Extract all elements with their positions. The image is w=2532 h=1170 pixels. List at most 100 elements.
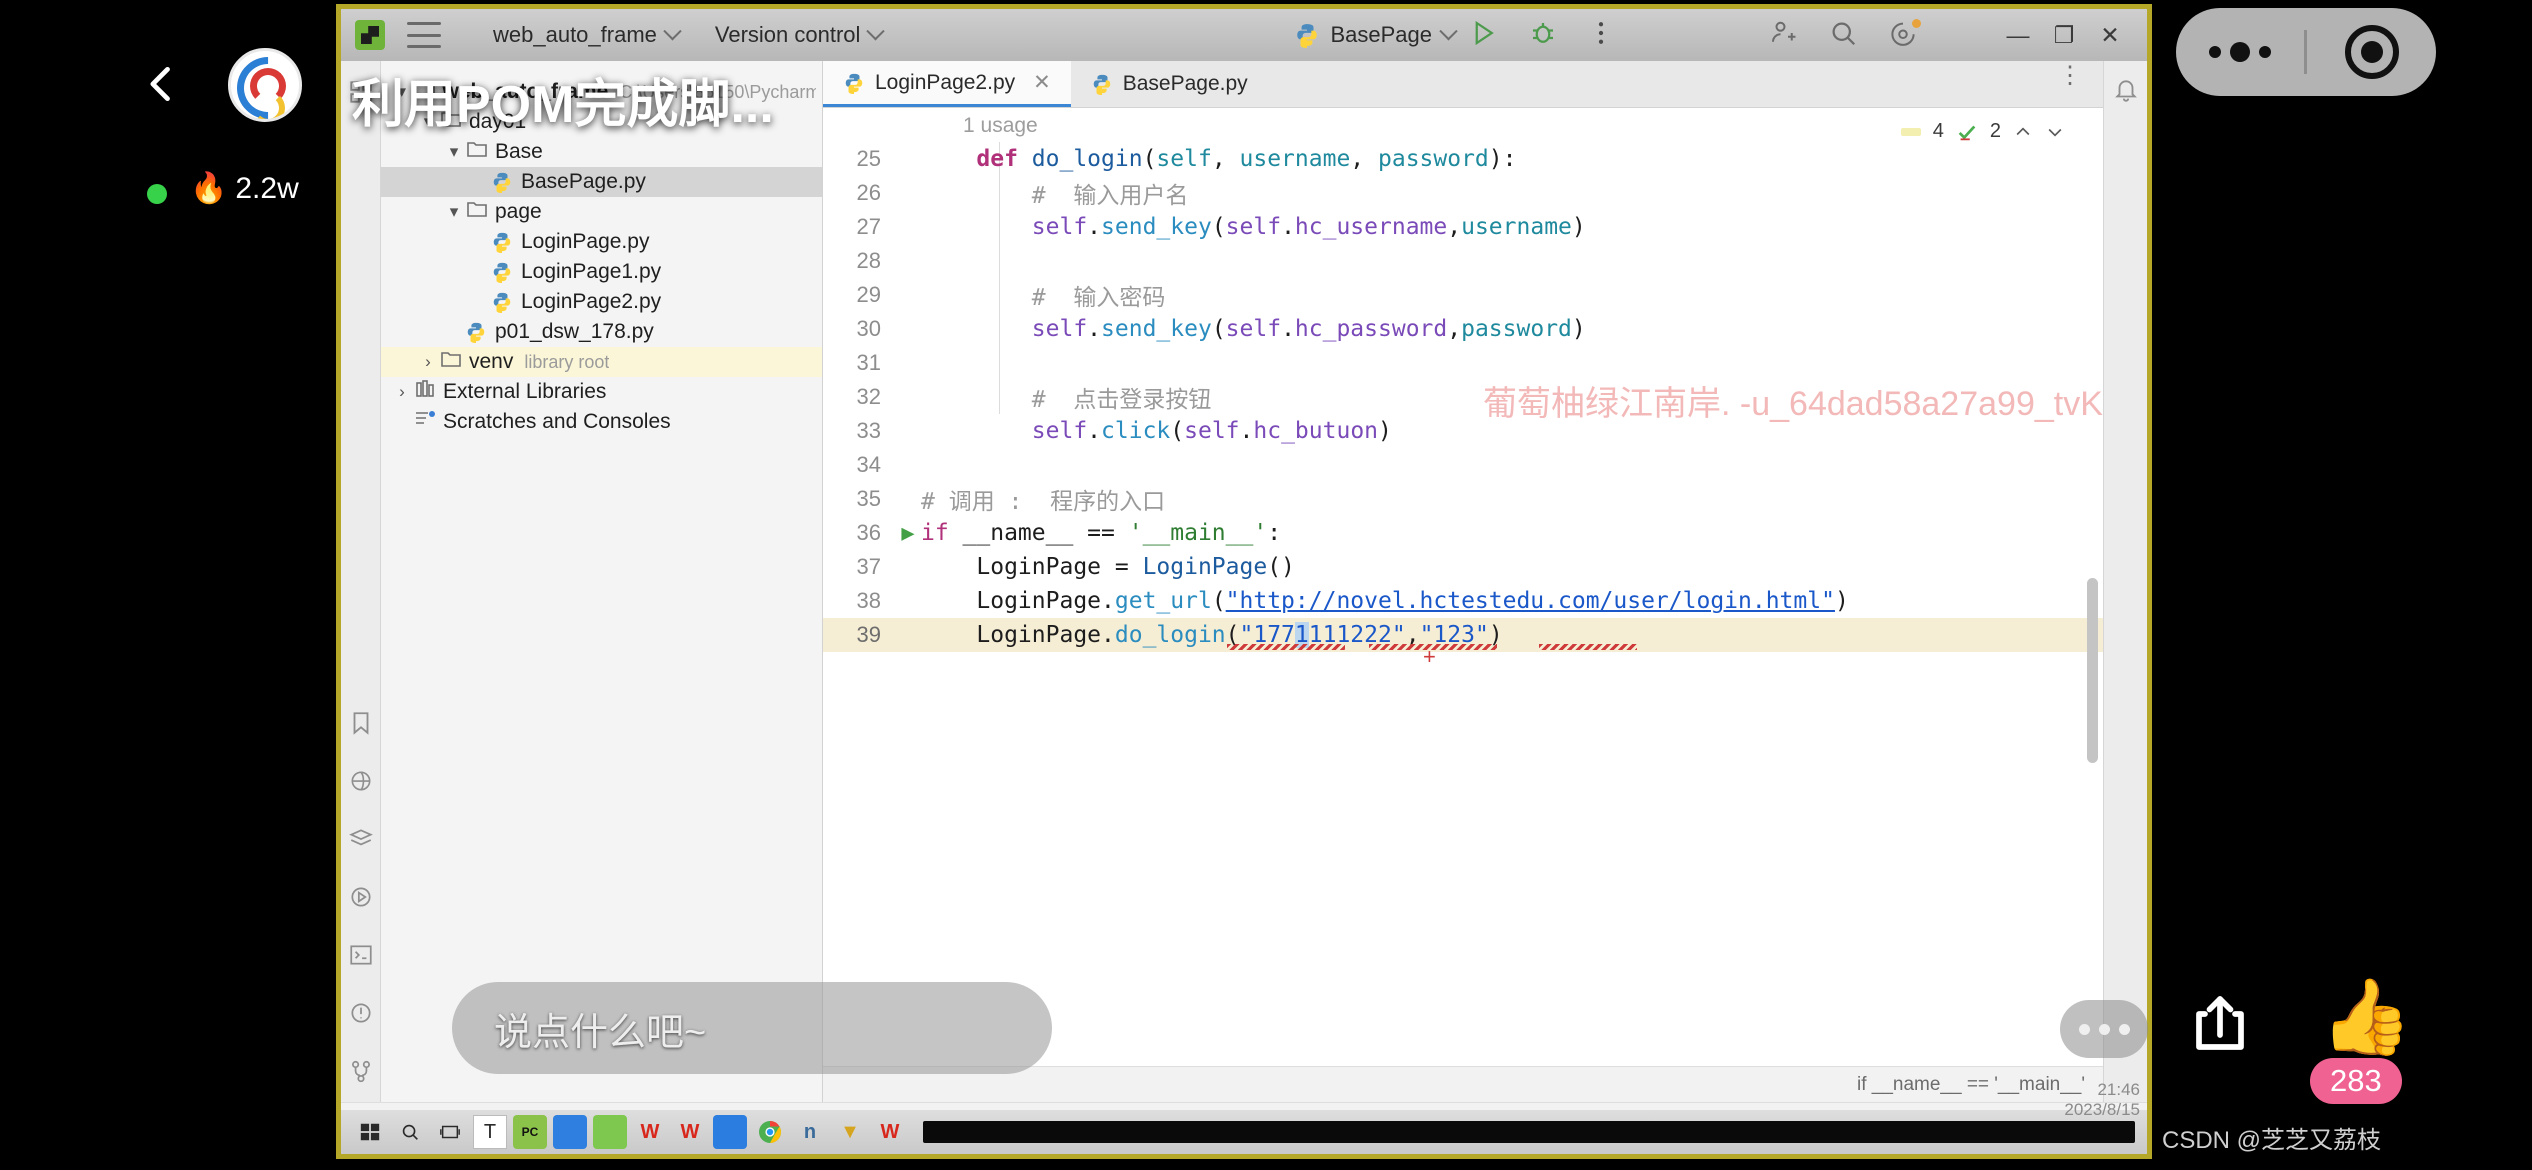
run-icon[interactable] — [1468, 18, 1502, 52]
tree-node-scratches-and-consoles[interactable]: Scratches and Consoles — [381, 407, 822, 437]
code-line-37[interactable]: 37 LoginPage = LoginPage() — [823, 550, 2103, 584]
tree-node-p01-dsw-178-py[interactable]: p01_dsw_178.py — [381, 317, 822, 347]
app4-icon[interactable]: n — [793, 1115, 827, 1149]
chevron-down-icon[interactable]: ▾ — [443, 202, 465, 222]
python-icon — [1091, 73, 1113, 95]
code-line-28[interactable]: 28 — [823, 244, 2103, 278]
debug-icon[interactable] — [1528, 18, 1562, 52]
python-packages-icon[interactable] — [348, 768, 374, 794]
bookmarks-icon[interactable] — [348, 710, 374, 736]
chevron-down-icon[interactable] — [2045, 122, 2065, 142]
line-number: 27 — [856, 214, 881, 239]
chrome-icon[interactable] — [753, 1115, 787, 1149]
editor-scrollbar-thumb[interactable] — [2087, 578, 2098, 763]
comment-input[interactable]: 说点什么吧~ — [452, 982, 1052, 1074]
avatar[interactable] — [228, 48, 302, 122]
code-line-25[interactable]: 25 def do_login(self, username, password… — [823, 142, 2103, 176]
tree-node-basepage-py[interactable]: BasePage.py — [381, 167, 822, 197]
error-underline — [1227, 644, 1345, 650]
taskview-icon[interactable] — [433, 1115, 467, 1149]
line-number: 29 — [856, 282, 881, 307]
code-line-36[interactable]: 36 ▶ if __name__ == '__main__': — [823, 516, 2103, 550]
tree-node-loginpage1-py[interactable]: LoginPage1.py — [381, 257, 822, 287]
code-line-35[interactable]: 35 # 调用 : 程序的入口 — [823, 482, 2103, 516]
line-number: 30 — [856, 316, 881, 341]
tree-node-venv[interactable]: › venv library root — [381, 347, 822, 377]
inspection-widget[interactable]: 4 2 — [1900, 120, 2065, 143]
tree-node-loginpage2-py[interactable]: LoginPage2.py — [381, 287, 822, 317]
chevron-right-icon[interactable]: › — [417, 352, 439, 372]
problems-icon[interactable] — [348, 1000, 374, 1026]
minimize-button[interactable]: — — [1995, 15, 2041, 55]
run-configuration-selector[interactable]: BasePage — [1294, 21, 1458, 48]
code-line-32[interactable]: 32 # 点击登录按钮 — [823, 380, 2103, 414]
search-icon[interactable] — [1828, 18, 1862, 52]
tree-node-page[interactable]: ▾ page — [381, 197, 822, 227]
folder-icon — [465, 137, 489, 167]
chevron-down-icon — [663, 21, 682, 40]
run-gutter-icon[interactable]: ▶ — [895, 521, 921, 546]
record-icon[interactable] — [2307, 25, 2436, 79]
line-number: 28 — [856, 248, 881, 273]
share-icon[interactable] — [2182, 990, 2258, 1062]
settings-icon[interactable] — [1888, 18, 1922, 52]
right-toolwindow-rail — [2103, 61, 2147, 1102]
live-status-dot — [147, 184, 167, 204]
version-control-dropdown[interactable]: Version control — [697, 21, 901, 48]
account-icon[interactable] — [1768, 18, 1802, 52]
warning-swatch-icon — [1900, 127, 1921, 136]
close-icon[interactable]: ✕ — [1033, 70, 1051, 95]
more-actions-button[interactable] — [2060, 1000, 2148, 1058]
code-line-38[interactable]: 38 LoginPage.get_url("http://novel.hctes… — [823, 584, 2103, 618]
chevron-right-icon[interactable]: › — [391, 382, 413, 402]
run-toolwindow-icon[interactable] — [348, 884, 374, 910]
app5-icon[interactable]: ▼ — [833, 1115, 867, 1149]
code-text: if __name__ == '__main__': — [921, 520, 1282, 546]
code-line-34[interactable]: 34 — [823, 448, 2103, 482]
tabbar-more-icon[interactable]: ⋮ — [2038, 61, 2103, 107]
tree-node-label: External Libraries — [443, 380, 607, 403]
close-button[interactable]: ✕ — [2087, 15, 2133, 55]
python-icon — [1297, 24, 1318, 48]
warning-count: 4 — [1932, 120, 1944, 142]
chevron-down-icon[interactable]: ▾ — [443, 142, 465, 162]
wps2-icon[interactable]: W — [673, 1115, 707, 1149]
code-line-27[interactable]: 27 self.send_key(self.hc_username,userna… — [823, 210, 2103, 244]
tree-node-external-libraries[interactable]: › External Libraries — [381, 377, 822, 407]
code-line-31[interactable]: 31 — [823, 346, 2103, 380]
database-icon[interactable] — [348, 826, 374, 852]
wps-icon[interactable]: W — [633, 1115, 667, 1149]
app6-icon[interactable]: W — [873, 1115, 907, 1149]
more-dots-icon[interactable] — [2176, 42, 2304, 62]
chevron-up-icon[interactable] — [2013, 122, 2033, 142]
app1-icon[interactable] — [553, 1115, 587, 1149]
back-icon[interactable] — [140, 62, 184, 106]
tree-node-loginpage-py[interactable]: LoginPage.py — [381, 227, 822, 257]
code-line-29[interactable]: 29 # 输入密码 — [823, 278, 2103, 312]
text-icon[interactable]: T — [473, 1115, 507, 1149]
start-icon[interactable] — [353, 1115, 387, 1149]
code-text: # 输入用户名 — [921, 183, 1189, 209]
code-line-30[interactable]: 30 self.send_key(self.hc_password,passwo… — [823, 312, 2103, 346]
notifications-icon[interactable] — [2113, 77, 2139, 103]
maximize-button[interactable]: ❐ — [2041, 15, 2087, 55]
terminal-icon[interactable] — [348, 942, 374, 968]
app2-icon[interactable] — [593, 1115, 627, 1149]
code-editor[interactable]: 1 usage 4 2 25 def do_login(self, userna… — [823, 108, 2103, 1066]
vcs-branch-icon[interactable] — [348, 1058, 374, 1084]
line-number: 35 — [856, 486, 881, 511]
main-menu-icon[interactable] — [407, 22, 441, 48]
editor-tab-basepage-py[interactable]: BasePage.py — [1071, 61, 1268, 107]
code-line-26[interactable]: 26 # 输入用户名 — [823, 176, 2103, 210]
csdn-credit: CSDN @芝芝又荔枝 — [2162, 1127, 2382, 1154]
more-options-icon[interactable] — [1588, 18, 1622, 52]
app3-icon[interactable] — [713, 1115, 747, 1149]
pycharm-icon[interactable]: PC — [513, 1115, 547, 1149]
project-name-dropdown[interactable]: web_auto_frame — [475, 21, 697, 48]
tree-node-base[interactable]: ▾ Base — [381, 137, 822, 167]
search-icon[interactable] — [393, 1115, 427, 1149]
editor-tab-loginpage2-py[interactable]: LoginPage2.py ✕ — [823, 61, 1071, 107]
record-control-pill[interactable] — [2176, 8, 2436, 96]
like-button[interactable]: 👍 283 — [2302, 980, 2422, 1110]
code-line-33[interactable]: 33 self.click(self.hc_butuon) — [823, 414, 2103, 448]
